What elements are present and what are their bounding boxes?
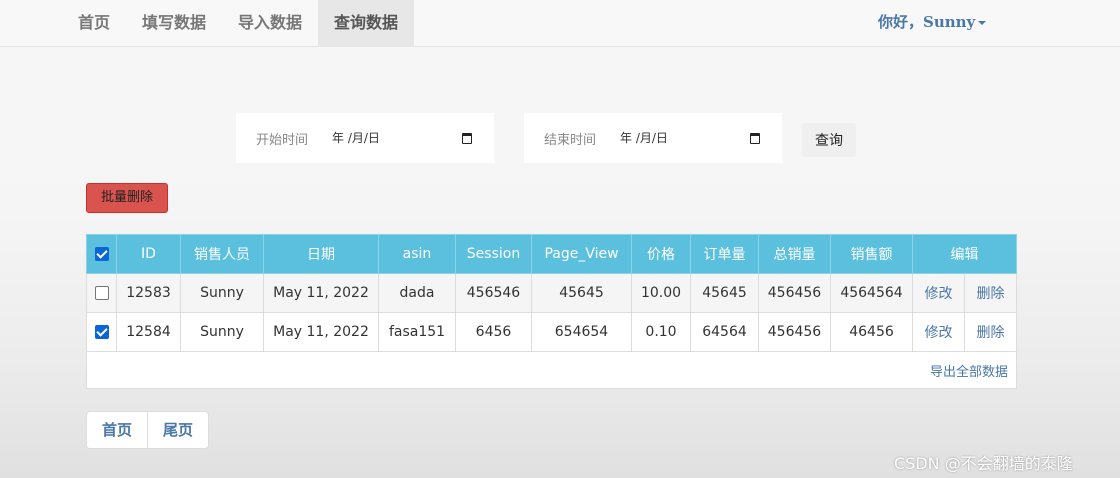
user-menu[interactable]: 你好，Sunny	[878, 0, 987, 47]
edit-cell: 修改	[912, 273, 965, 313]
nav-menu: 首页 填写数据 导入数据 查询数据	[62, 0, 415, 47]
cell-asin: dada	[378, 273, 456, 313]
calendar-icon[interactable]	[750, 133, 760, 144]
column-header: Page_View	[531, 234, 632, 274]
table-header-row: ID 销售人员 日期 asin Session Page_View 价格 订单量…	[86, 234, 1017, 274]
column-header: 编辑	[912, 234, 1017, 274]
cell-orders: 64564	[690, 312, 759, 352]
cell-revenue: 4564564	[830, 273, 913, 313]
column-header: 销售人员	[180, 234, 264, 274]
delete-link[interactable]: 删除	[977, 286, 1005, 302]
column-header: 日期	[263, 234, 379, 274]
end-date-input[interactable]: 年 /月/日	[620, 127, 760, 149]
cell-orders: 45645	[690, 273, 759, 313]
start-date-label: 开始时间	[256, 133, 309, 148]
end-date-value: 年 /月/日	[620, 131, 668, 145]
last-page-button[interactable]: 尾页	[147, 412, 208, 448]
cell-seller: Sunny	[180, 312, 264, 352]
end-date-group: 结束时间 年 /月/日	[524, 113, 782, 163]
cell-seller: Sunny	[180, 273, 264, 313]
edit-link[interactable]: 修改	[925, 286, 953, 302]
delete-link[interactable]: 删除	[977, 325, 1005, 341]
cell-price: 0.10	[631, 312, 691, 352]
cell-id: 12583	[116, 273, 181, 313]
cell-session: 456546	[455, 273, 532, 313]
sales-table: ID 销售人员 日期 asin Session Page_View 价格 订单量…	[86, 234, 1017, 389]
cell-price: 10.00	[631, 273, 691, 313]
column-header: 总销量	[758, 234, 831, 274]
edit-cell: 修改	[912, 312, 965, 352]
nav-item-query-data[interactable]: 查询数据	[318, 0, 415, 47]
cell-page-view: 45645	[531, 273, 632, 313]
cell-asin: fasa151	[378, 312, 456, 352]
table-footer-row: 导出全部数据	[86, 351, 1017, 389]
cell-id: 12584	[116, 312, 181, 352]
column-header: asin	[378, 234, 456, 274]
column-header: ID	[116, 234, 181, 274]
select-all-checkbox[interactable]	[94, 247, 109, 261]
nav-item-import-data[interactable]: 导入数据	[222, 0, 318, 47]
first-page-button[interactable]: 首页	[87, 412, 147, 448]
cell-date: May 11, 2022	[263, 273, 379, 313]
cell-total-sales: 456456	[758, 312, 831, 352]
delete-cell: 删除	[964, 312, 1017, 352]
nav-item-fill-data[interactable]: 填写数据	[126, 0, 222, 47]
caret-down-icon	[978, 21, 987, 25]
watermark: CSDN @不会翻墙的泰隆	[894, 454, 1073, 473]
column-header: Session	[455, 234, 532, 274]
top-navbar: 首页 填写数据 导入数据 查询数据 你好，Sunny	[0, 0, 1120, 47]
query-button[interactable]: 查询	[802, 123, 856, 157]
edit-link[interactable]: 修改	[925, 325, 953, 341]
header-select-all[interactable]	[86, 234, 117, 274]
start-date-input[interactable]: 年 /月/日	[332, 127, 472, 149]
column-header: 价格	[631, 234, 691, 274]
export-cell: 导出全部数据	[86, 351, 1017, 389]
nav-item-home[interactable]: 首页	[62, 0, 126, 47]
start-date-group: 开始时间 年 /月/日	[236, 113, 494, 163]
row-select-cell[interactable]	[86, 273, 117, 313]
batch-delete-button[interactable]: 批量删除	[86, 183, 168, 213]
row-select-cell[interactable]	[86, 312, 117, 352]
row-checkbox[interactable]	[94, 325, 109, 339]
row-checkbox[interactable]	[94, 286, 109, 300]
cell-session: 6456	[455, 312, 532, 352]
column-header: 订单量	[690, 234, 759, 274]
end-date-label: 结束时间	[544, 133, 597, 148]
delete-cell: 删除	[964, 273, 1017, 313]
start-date-value: 年 /月/日	[332, 131, 380, 145]
table-row: 12584 Sunny May 11, 2022 fasa151 6456 65…	[86, 312, 1017, 352]
cell-revenue: 46456	[830, 312, 913, 352]
cell-page-view: 654654	[531, 312, 632, 352]
export-all-link[interactable]: 导出全部数据	[930, 365, 1008, 380]
pagination: 首页 尾页	[86, 411, 209, 449]
table-row: 12583 Sunny May 11, 2022 dada 456546 456…	[86, 273, 1017, 313]
user-greeting: 你好，Sunny	[878, 13, 976, 31]
column-header: 销售额	[830, 234, 913, 274]
calendar-icon[interactable]	[462, 133, 472, 144]
cell-date: May 11, 2022	[263, 312, 379, 352]
cell-total-sales: 456456	[758, 273, 831, 313]
